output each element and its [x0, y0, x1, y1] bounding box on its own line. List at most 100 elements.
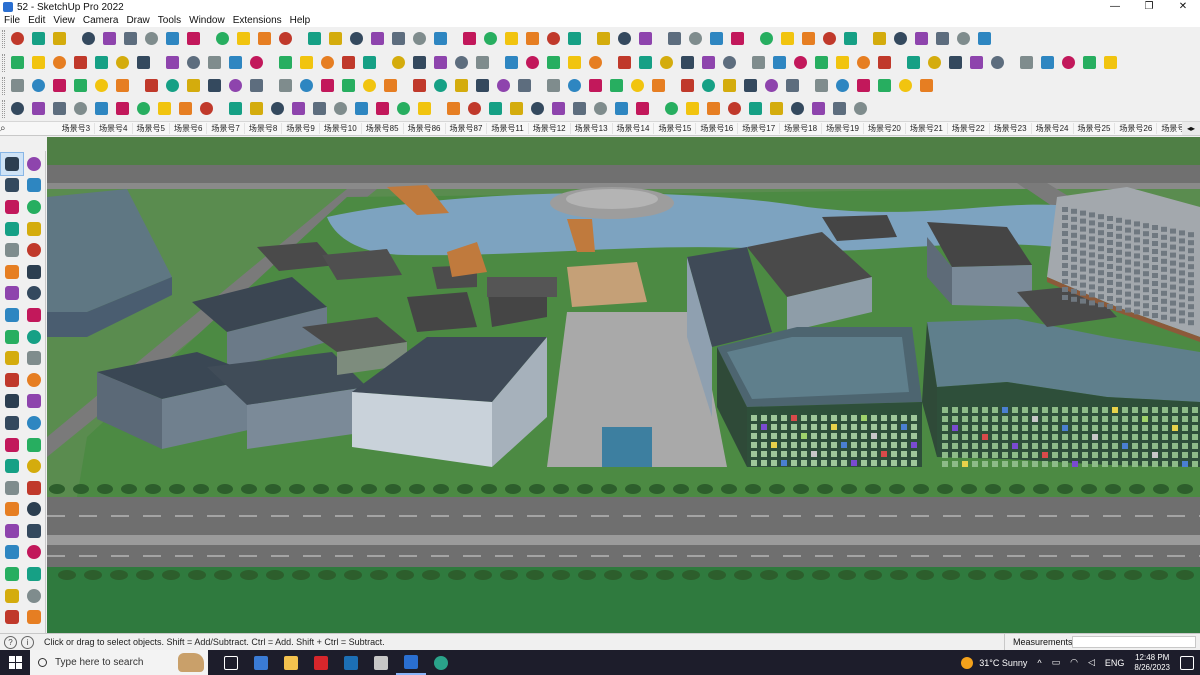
menu-draw[interactable]: Draw: [126, 15, 149, 26]
palette-tool-button[interactable]: [23, 520, 45, 542]
toolbar-tool-button[interactable]: [544, 53, 563, 72]
toolbar-tool-button[interactable]: [633, 99, 652, 118]
toolbar-tool-button[interactable]: [389, 53, 408, 72]
toolbar-tool-button[interactable]: [1059, 53, 1078, 72]
toolbar-tool-button[interactable]: [155, 99, 174, 118]
toolbar-tool-button[interactable]: [29, 76, 48, 95]
palette-tool-button[interactable]: [1, 369, 23, 391]
palette-tool-button[interactable]: [1, 196, 23, 218]
menu-camera[interactable]: Camera: [83, 15, 119, 26]
toolbar-tool-button[interactable]: [586, 76, 605, 95]
scene-tab[interactable]: 场景号5: [133, 123, 170, 134]
toolbar-tool-button[interactable]: [92, 53, 111, 72]
toolbar-tool-button[interactable]: [678, 76, 697, 95]
palette-tool-button[interactable]: [23, 347, 45, 369]
toolbar-tool-button[interactable]: [565, 76, 584, 95]
palette-tool-button[interactable]: [1, 542, 23, 564]
toolbar-tool-button[interactable]: [289, 99, 308, 118]
palette-tool-button[interactable]: [23, 196, 45, 218]
toolbar-tool-button[interactable]: [29, 29, 48, 48]
scene-tab[interactable]: 场景号20: [864, 123, 906, 134]
taskbar-app-store[interactable]: [366, 650, 396, 675]
toolbar-tool-button[interactable]: [184, 76, 203, 95]
taskbar-search-box[interactable]: Type here to search: [30, 650, 208, 675]
toolbar-grip[interactable]: [2, 76, 5, 95]
toolbar-tool-button[interactable]: [875, 76, 894, 95]
palette-tool-button[interactable]: [1, 563, 23, 585]
toolbar-tool-button[interactable]: [247, 76, 266, 95]
palette-tool-button[interactable]: [23, 477, 45, 499]
scene-tab[interactable]: 场景号86: [404, 123, 446, 134]
scene-tab[interactable]: 场景号14: [613, 123, 655, 134]
palette-tool-button[interactable]: [23, 499, 45, 521]
toolbar-grip[interactable]: [2, 53, 5, 72]
palette-tool-button[interactable]: [23, 175, 45, 197]
toolbar-tool-button[interactable]: [247, 53, 266, 72]
toolbar-tool-button[interactable]: [339, 76, 358, 95]
model-viewport[interactable]: [47, 137, 1200, 633]
toolbar-tool-button[interactable]: [142, 29, 161, 48]
toolbar-tool-button[interactable]: [565, 29, 584, 48]
toolbar-tool-button[interactable]: [415, 99, 434, 118]
toolbar-tool-button[interactable]: [875, 53, 894, 72]
toolbar-tool-button[interactable]: [586, 53, 605, 72]
toolbar-tool-button[interactable]: [460, 29, 479, 48]
palette-tool-button[interactable]: [23, 218, 45, 240]
scene-tab[interactable]: 场景号8: [245, 123, 283, 134]
toolbar-tool-button[interactable]: [92, 76, 111, 95]
toolbar-tool-button[interactable]: [226, 99, 245, 118]
toolbar-tool-button[interactable]: [502, 53, 521, 72]
palette-tool-button[interactable]: [23, 261, 45, 283]
toolbar-tool-button[interactable]: [544, 76, 563, 95]
scene-tab[interactable]: 场景号26: [1115, 123, 1158, 134]
toolbar-tool-button[interactable]: [71, 53, 90, 72]
toolbar-tool-button[interactable]: [305, 29, 324, 48]
toolbar-tool-button[interactable]: [783, 76, 802, 95]
taskbar-app-edge[interactable]: [426, 650, 456, 675]
toolbar-tool-button[interactable]: [830, 99, 849, 118]
palette-tool-button[interactable]: [23, 153, 45, 175]
toolbar-tool-button[interactable]: [507, 99, 526, 118]
toolbar-tool-button[interactable]: [8, 99, 27, 118]
scene-tab[interactable]: 场景号6: [170, 123, 208, 134]
toolbar-tool-button[interactable]: [665, 29, 684, 48]
toolbar-tool-button[interactable]: [699, 53, 718, 72]
toolbar-tool-button[interactable]: [502, 29, 521, 48]
toolbar-tool-button[interactable]: [809, 99, 828, 118]
toolbar-tool-button[interactable]: [967, 53, 986, 72]
toolbar-grip[interactable]: [2, 99, 5, 118]
close-button[interactable]: ✕: [1166, 0, 1200, 14]
toolbar-tool-button[interactable]: [389, 29, 408, 48]
scene-tab[interactable]: 场景号10: [320, 123, 362, 134]
taskbar-app-photoshop[interactable]: [336, 650, 366, 675]
palette-tool-button[interactable]: [23, 283, 45, 305]
toolbar-tool-button[interactable]: [954, 29, 973, 48]
toolbar-tool-button[interactable]: [339, 53, 358, 72]
toolbar-tool-button[interactable]: [757, 29, 776, 48]
toolbar-tool-button[interactable]: [1017, 53, 1036, 72]
toolbar-tool-button[interactable]: [570, 99, 589, 118]
toolbar-tool-button[interactable]: [8, 29, 27, 48]
toolbar-tool-button[interactable]: [431, 76, 450, 95]
toolbar-tool-button[interactable]: [92, 99, 111, 118]
menu-help[interactable]: Help: [290, 15, 311, 26]
toolbar-tool-button[interactable]: [452, 76, 471, 95]
toolbar-tool-button[interactable]: [176, 99, 195, 118]
taskbar-app-calculator[interactable]: [246, 650, 276, 675]
palette-tool-button[interactable]: [1, 455, 23, 477]
toolbar-tool-button[interactable]: [854, 76, 873, 95]
toolbar-tool-button[interactable]: [360, 53, 379, 72]
toolbar-tool-button[interactable]: [788, 99, 807, 118]
toolbar-tool-button[interactable]: [925, 53, 944, 72]
toolbar-tool-button[interactable]: [720, 53, 739, 72]
instructor-info-icon[interactable]: i: [21, 635, 34, 649]
toolbar-tool-button[interactable]: [904, 53, 923, 72]
palette-tool-button[interactable]: [23, 239, 45, 261]
toolbar-tool-button[interactable]: [213, 29, 232, 48]
scene-tab[interactable]: 场景号3: [58, 123, 96, 134]
toolbar-tool-button[interactable]: [896, 76, 915, 95]
scene-tab[interactable]: 场景号85: [362, 123, 404, 134]
toolbar-tool-button[interactable]: [615, 53, 634, 72]
toolbar-tool-button[interactable]: [778, 29, 797, 48]
toolbar-tool-button[interactable]: [184, 29, 203, 48]
